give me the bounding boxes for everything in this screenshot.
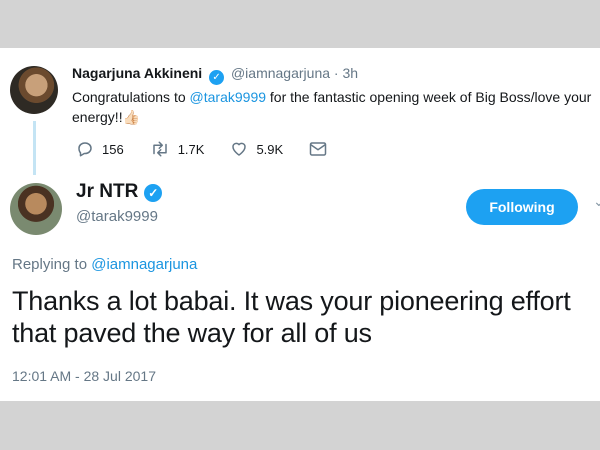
reply-count: 156 [102,141,124,157]
chevron-down-icon[interactable]: ⌄ [593,193,600,210]
retweet-count: 1.7K [177,141,205,157]
reply-icon [78,142,92,157]
main-author-name-row: Jr NTR ✓ [76,181,165,203]
like-button[interactable]: 5.9K [230,140,283,158]
parent-tweet-text: Congratulations to @tarak9999 for the fa… [72,87,592,127]
direct-message-button[interactable] [309,141,335,157]
separator-dot: · [333,65,339,81]
like-icon [232,142,247,156]
avatar[interactable] [10,66,58,114]
like-count: 5.9K [256,141,284,157]
verified-badge-icon: ✓ [144,184,163,202]
parent-text-before: Congratulations to [72,89,190,105]
parent-author-name[interactable]: Nagarjuna Akkineni [72,65,202,81]
retweet-button[interactable]: 1.7K [150,140,205,158]
retweet-icon [152,141,167,157]
parent-tweet-time[interactable]: 3h [342,65,358,81]
tweet-timestamp[interactable]: 12:01 AM - 28 Jul 2017 [12,368,156,384]
replying-to: Replying to @iamnagarjuna [12,256,197,273]
tweet-actions: 156 1.7K 5.9K [76,139,361,159]
parent-author-handle[interactable]: @iamnagarjuna [231,65,330,81]
avatar[interactable] [10,183,62,235]
mention-link[interactable]: @tarak9999 [190,89,266,105]
replying-to-prefix: Replying to [12,256,92,273]
following-button[interactable]: Following [466,189,578,225]
main-author-handle[interactable]: @tarak9999 [76,208,158,225]
reply-button[interactable]: 156 [76,140,124,158]
message-icon [309,142,327,156]
thumbs-up-emoji: 👍🏻 [122,109,141,125]
main-author-name[interactable]: Jr NTR [76,181,138,202]
parent-tweet-header: Nagarjuna Akkineni ✓ @iamnagarjuna · 3h [72,65,358,85]
replying-to-mention[interactable]: @iamnagarjuna [91,256,197,273]
verified-badge-icon: ✓ [209,70,225,85]
main-tweet-text: Thanks a lot babai. It was your pioneeri… [12,286,571,348]
thread-connector [33,121,36,175]
